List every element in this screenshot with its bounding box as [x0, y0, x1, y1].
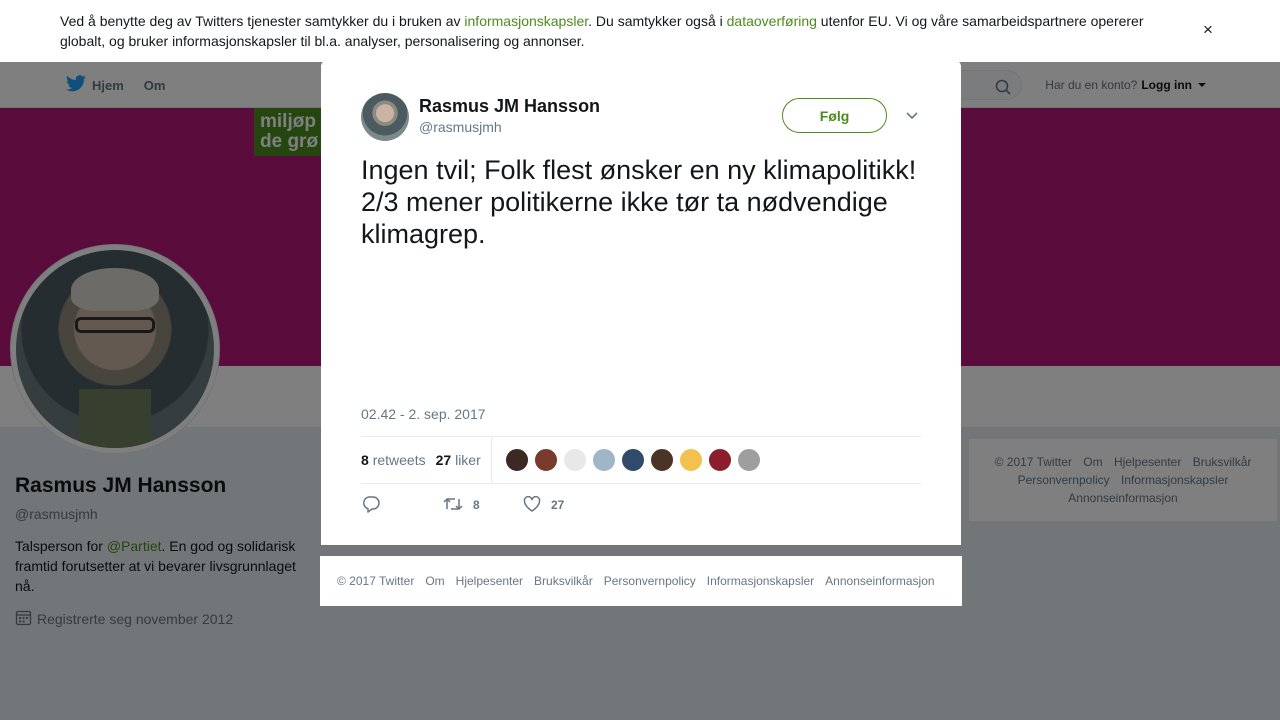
like-action-count: 27: [551, 498, 565, 512]
footer-link-privacy[interactable]: Personvernpolicy: [604, 574, 696, 588]
liker-avatar[interactable]: [678, 448, 703, 472]
like-button[interactable]: 27: [523, 495, 565, 515]
retweets-count: 8: [361, 452, 369, 468]
cookies-link[interactable]: informasjonskapsler: [464, 13, 588, 29]
reply-icon: [361, 495, 381, 516]
liker-avatar[interactable]: [562, 448, 587, 472]
cookie-banner: Ved å benytte deg av Twitters tjenester …: [0, 0, 1280, 62]
tweet-actions: 8 27: [361, 495, 564, 515]
cookie-close-icon[interactable]: ×: [1203, 21, 1213, 38]
chevron-down-icon[interactable]: [905, 107, 919, 125]
liker-avatar[interactable]: [620, 448, 645, 472]
reply-button[interactable]: [361, 495, 443, 516]
footer-link-about[interactable]: Om: [425, 574, 444, 588]
close-icon[interactable]: [1234, 12, 1260, 38]
footer-link-ads-info[interactable]: Annonseinformasjon: [825, 574, 934, 588]
tweet-author-handle[interactable]: @rasmusjmh: [419, 119, 502, 135]
cookie-banner-text: Ved å benytte deg av Twitters tjenester …: [60, 11, 1170, 51]
follow-button[interactable]: Følg: [782, 98, 887, 133]
tweet-text: Ingen tvil; Folk flest ønsker en ny klim…: [361, 155, 917, 249]
liker-avatar[interactable]: [649, 448, 674, 472]
footer-link-cookies[interactable]: Informasjonskapsler: [707, 574, 814, 588]
tweet-modal: Rasmus JM Hansson @rasmusjmh Følg Ingen …: [321, 61, 961, 545]
tweet-timestamp[interactable]: 02.42 - 2. sep. 2017: [361, 406, 486, 422]
cookie-text: . Du samtykker også i: [588, 13, 727, 29]
tweet-stats: 8 retweets 27 liker: [361, 436, 921, 484]
footer-link-help[interactable]: Hjelpesenter: [456, 574, 523, 588]
likes-count: 27: [435, 452, 452, 468]
likers-avatars: [492, 448, 761, 472]
retweets-label: retweets: [372, 452, 426, 468]
tweet-author-avatar[interactable]: [361, 93, 409, 141]
retweet-button[interactable]: 8: [443, 496, 523, 515]
cookie-text: Ved å benytte deg av Twitters tjenester …: [60, 13, 465, 29]
likes-stat[interactable]: 27 liker: [436, 452, 481, 468]
liker-avatar[interactable]: [707, 448, 732, 472]
modal-footer: © 2017 Twitter Om Hjelpesenter Bruksvilk…: [320, 556, 962, 606]
footer-copyright: © 2017 Twitter: [337, 574, 415, 588]
liker-avatar[interactable]: [736, 448, 761, 472]
likes-label: liker: [455, 452, 481, 468]
heart-icon: [523, 495, 541, 515]
retweets-stat[interactable]: 8 retweets: [361, 452, 426, 468]
liker-avatar[interactable]: [504, 448, 529, 472]
footer-link-terms[interactable]: Bruksvilkår: [534, 574, 593, 588]
tweet-author-name[interactable]: Rasmus JM Hansson: [419, 96, 600, 117]
stat-counts: 8 retweets 27 liker: [361, 437, 492, 483]
liker-avatar[interactable]: [591, 448, 616, 472]
retweet-icon: [443, 496, 463, 515]
retweet-action-count: 8: [473, 498, 480, 512]
liker-avatar[interactable]: [533, 448, 558, 472]
data-transfer-link[interactable]: dataoverføring: [727, 13, 817, 29]
